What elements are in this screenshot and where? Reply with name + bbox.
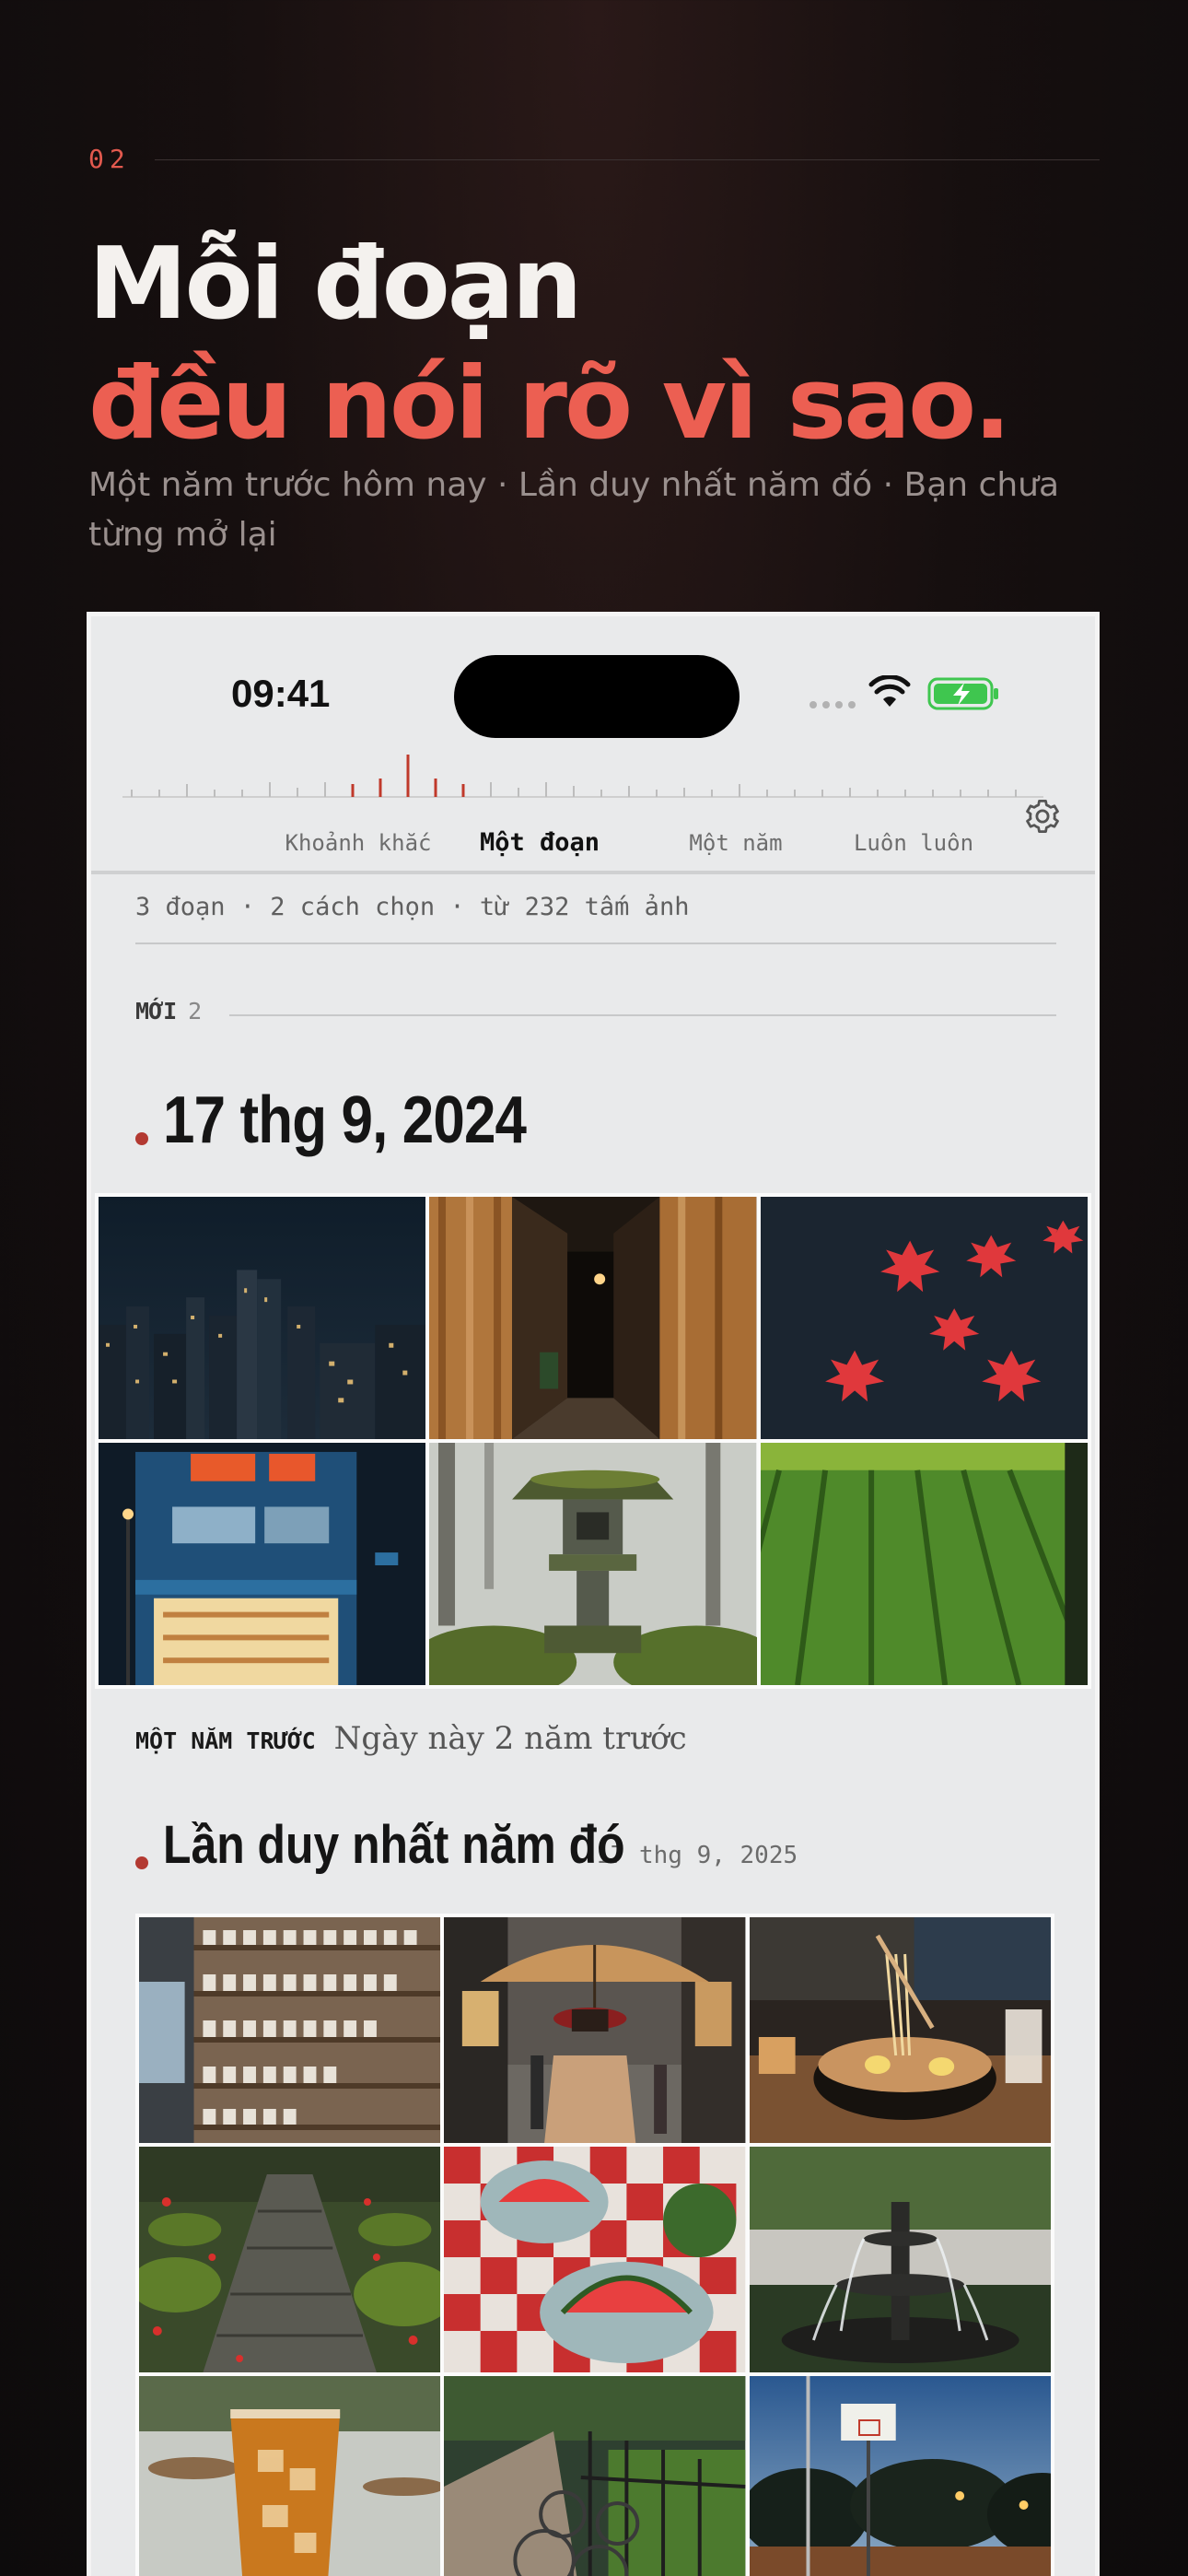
segment-photo-grid <box>135 1914 1054 2576</box>
headline-line-2: đều nói rõ vì sao. <box>88 346 1011 462</box>
phone-screen: 09:41 Khoảnh khắc Một đoạn Một năm Luôn … <box>87 612 1100 2576</box>
photo-bicycles-path[interactable] <box>444 2376 746 2576</box>
section-divider <box>155 159 1100 160</box>
photo-ramen-bowl[interactable] <box>749 1917 1051 2143</box>
photo-moss-stone-lantern[interactable] <box>429 1443 757 1685</box>
battery-charging-icon <box>927 677 998 710</box>
headline: Mỗi đoạn đều nói rõ vì sao. <box>88 225 1011 464</box>
segment-title-row[interactable]: Lần duy nhất năm đó 17 thg 9, 2025 <box>163 1814 798 1876</box>
new-section-header: MỚI 2 <box>135 998 202 1025</box>
photo-red-maple-leaves-on-water[interactable] <box>760 1197 1088 1439</box>
photo-watermelon-picnic[interactable] <box>444 2147 746 2372</box>
segment-photo-grid <box>95 1193 1091 1689</box>
dynamic-island <box>454 655 740 738</box>
photo-ceramic-shop-shelves[interactable] <box>139 1917 441 2143</box>
photo-night-city-skyline[interactable] <box>99 1197 426 1439</box>
tab-luon-luon[interactable]: Luôn luôn <box>854 830 973 856</box>
status-time: 09:41 <box>231 672 331 715</box>
scale-tabs: Khoảnh khắc Một đoạn Một năm Luôn luôn <box>91 828 1095 867</box>
photo-park-fountain[interactable] <box>749 2147 1051 2372</box>
tab-mot-nam[interactable]: Một năm <box>689 830 782 856</box>
summary-divider <box>135 943 1056 944</box>
headline-line-1: Mỗi đoạn <box>88 227 583 342</box>
section-number: 02 <box>88 144 131 174</box>
wifi-icon <box>868 675 911 707</box>
photo-alley-with-curtains[interactable] <box>429 1197 757 1439</box>
photo-umbrella-street[interactable] <box>444 1917 746 2143</box>
subtitle: Một năm trước hôm nay · Lần duy nhất năm… <box>88 466 1060 554</box>
scale-ruler[interactable] <box>122 755 1043 801</box>
summary-line: 3 đoạn · 2 cách chọn · từ 232 tấm ảnh <box>135 893 690 921</box>
photo-moss-garden-path[interactable] <box>139 2147 441 2372</box>
segment-reason: MỘT NĂM TRƯỚC Ngày này 2 năm trước <box>135 1720 687 1757</box>
new-section-label: MỚI <box>135 998 178 1025</box>
new-section-count: 2 <box>188 998 203 1025</box>
photo-basketball-court-dusk[interactable] <box>749 2376 1051 2576</box>
tab-mot-doan[interactable]: Một đoạn <box>480 828 600 857</box>
segment-title: Lần duy nhất năm đó <box>163 1815 625 1875</box>
tab-khoanh-khac[interactable]: Khoảnh khắc <box>285 830 432 856</box>
new-section-divider <box>229 1014 1056 1016</box>
segment-bullet <box>135 1132 148 1145</box>
photo-convenience-store-at-night[interactable] <box>99 1443 426 1685</box>
photo-rice-field[interactable] <box>760 1443 1088 1685</box>
reason-tag: MỘT NĂM TRƯỚC <box>135 1727 316 1754</box>
segment-bullet <box>135 1856 148 1869</box>
segment-date-title[interactable]: 17 thg 9, 2024 <box>163 1083 527 1158</box>
photo-iced-tea-cafe[interactable] <box>139 2376 441 2576</box>
signal-dots-icon <box>809 701 856 708</box>
segment-date: 17 thg 9, 2025 <box>596 1842 798 1869</box>
reason-text: Ngày này 2 năm trước <box>333 1720 687 1757</box>
tabs-divider <box>91 871 1095 874</box>
